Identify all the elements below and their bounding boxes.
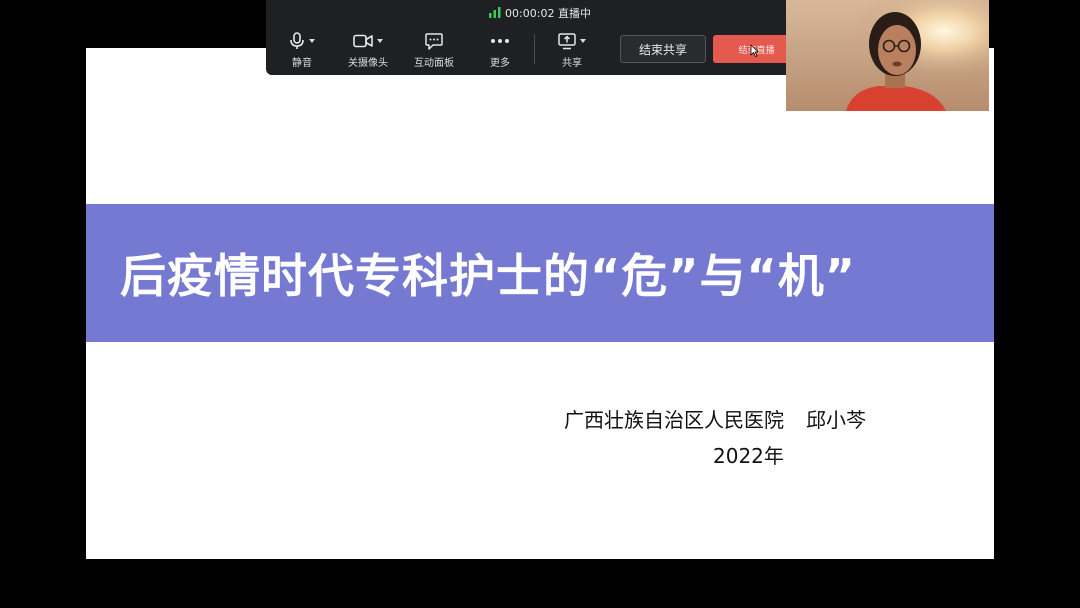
mute-label: 静音: [292, 58, 312, 69]
slide-presenter: 广西壮族自治区人民医院 邱小芩: [564, 404, 866, 433]
slide-title-band: 后疫情时代专科护士的“危”与“机”: [86, 204, 994, 342]
slide-year: 2022年: [713, 444, 784, 468]
toolbar-divider: [534, 34, 535, 64]
presenter-webcam[interactable]: [786, 0, 989, 111]
shared-slide: 后疫情时代专科护士的“危”与“机” 广西壮族自治区人民医院 邱小芩 2022年: [86, 48, 994, 559]
end-share-button[interactable]: 结束共享: [620, 35, 706, 63]
more-label: 更多: [490, 58, 510, 69]
interaction-panel-label: 互动面板: [414, 58, 454, 69]
live-timer: 00:00:02: [505, 7, 555, 20]
more-button[interactable]: 更多: [484, 30, 516, 70]
chevron-down-icon[interactable]: [377, 39, 383, 43]
interaction-panel-button[interactable]: 互动面板: [412, 30, 456, 70]
share-button[interactable]: 共享: [554, 30, 590, 70]
live-control-toolbar: 00:00:02 直播中 静音 关摄像头 互动面板 更多 共享 结束共享: [266, 0, 814, 75]
screen-share-icon: [558, 32, 576, 49]
presenter-webcam-feed: [786, 0, 989, 111]
microphone-icon: [290, 32, 304, 49]
camera-off-label: 关摄像头: [348, 58, 388, 69]
mouse-cursor-icon: [750, 44, 759, 57]
share-label: 共享: [562, 58, 582, 69]
interaction-panel-icon: [425, 32, 443, 50]
chevron-down-icon[interactable]: [309, 39, 315, 43]
slide-organization: 广西壮族自治区人民医院: [564, 408, 784, 432]
camera-off-button[interactable]: 关摄像头: [346, 30, 390, 70]
chevron-down-icon[interactable]: [580, 39, 586, 43]
live-status-text: 直播中: [557, 7, 591, 20]
slide-title: 后疫情时代专科护士的“危”与“机”: [120, 249, 856, 303]
mute-button[interactable]: 静音: [286, 30, 318, 70]
camera-icon: [353, 34, 373, 48]
live-status: 00:00:02 直播中: [266, 5, 814, 21]
signal-strength-icon: [489, 7, 501, 18]
meeting-screen: 后疫情时代专科护士的“危”与“机” 广西壮族自治区人民医院 邱小芩 2022年 0…: [0, 0, 1080, 608]
slide-presenter-name: 邱小芩: [806, 408, 866, 432]
more-icon: [491, 39, 509, 43]
